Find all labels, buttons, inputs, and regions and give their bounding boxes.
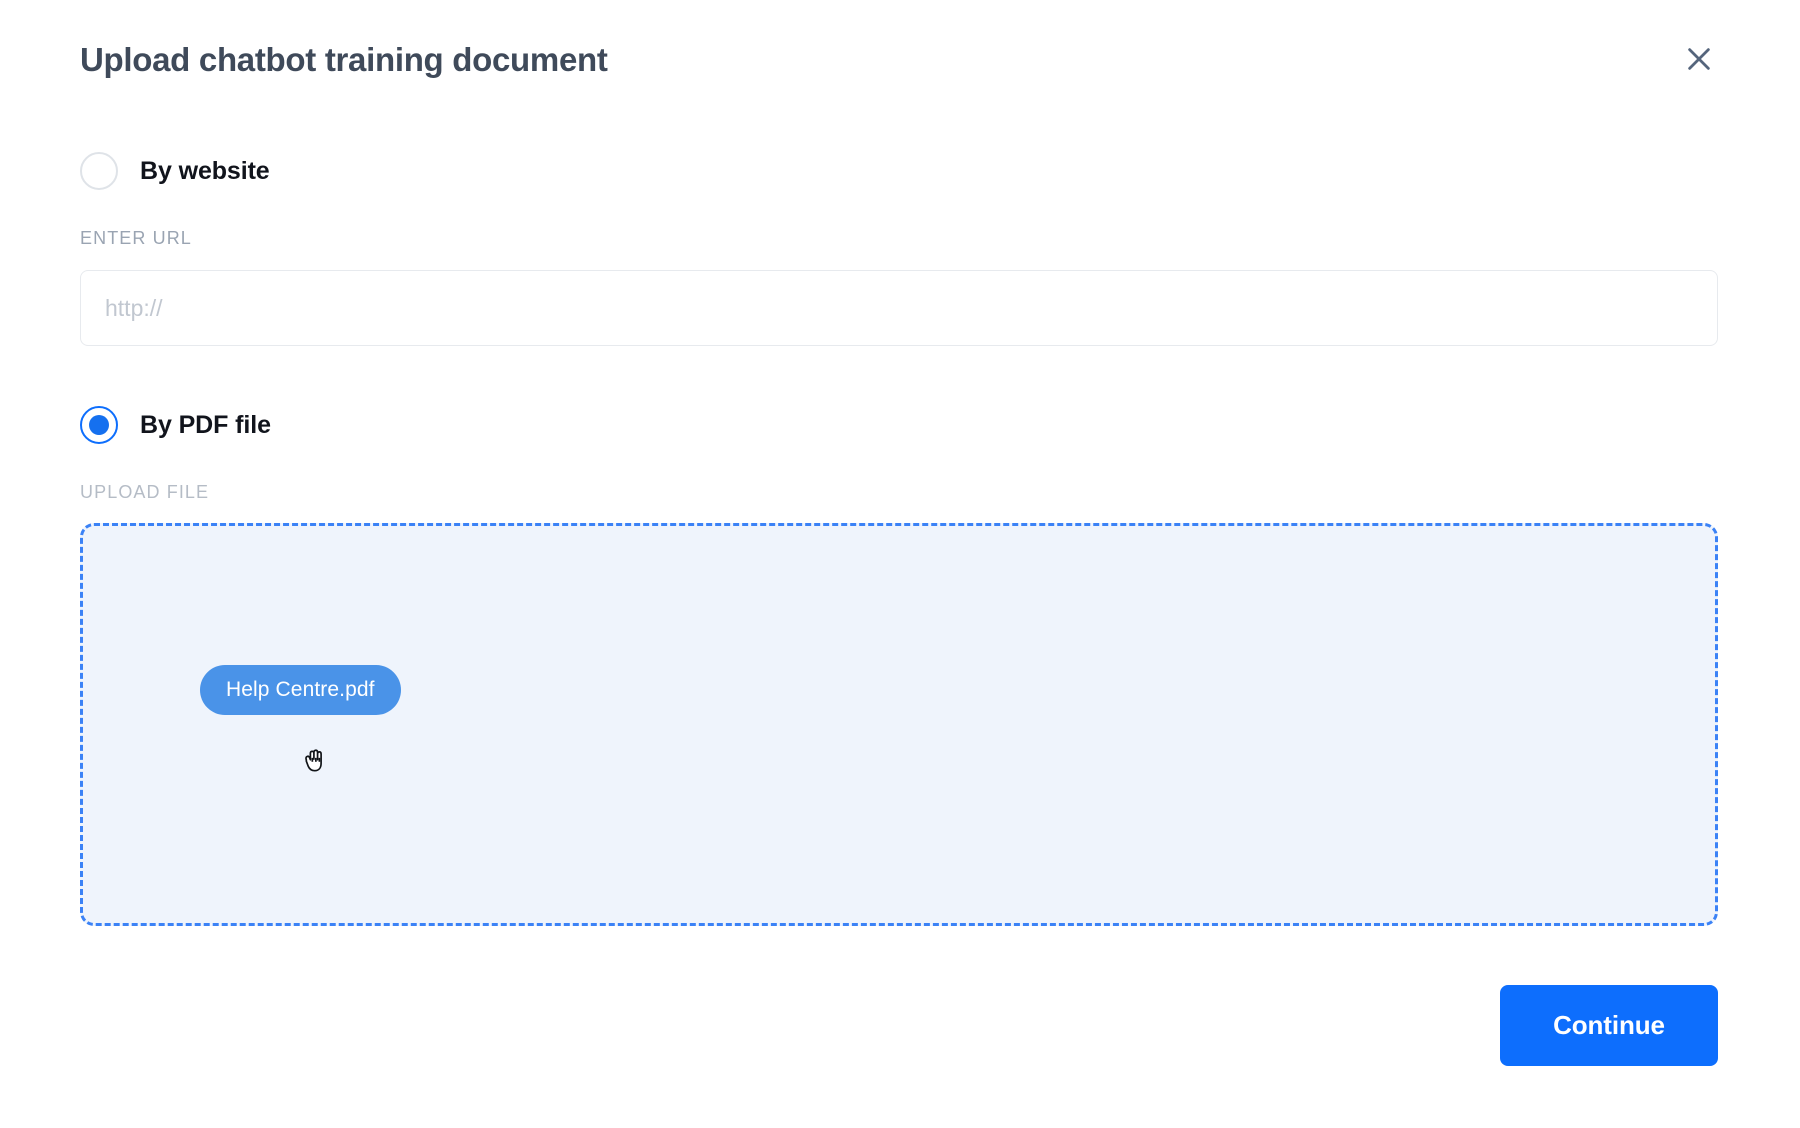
- file-dropzone[interactable]: Drop the file here: [80, 523, 1718, 926]
- page-title: Upload chatbot training document: [80, 40, 608, 80]
- upload-file-label: UPLOAD FILE: [80, 482, 209, 503]
- grabbing-hand-cursor-icon: [300, 744, 340, 788]
- close-icon: [1684, 44, 1714, 74]
- radio-indicator-by-pdf-file[interactable]: [80, 406, 118, 444]
- close-button[interactable]: [1676, 36, 1722, 82]
- radio-indicator-by-website[interactable]: [80, 152, 118, 190]
- radio-label-by-pdf-file: By PDF file: [140, 411, 271, 440]
- enter-url-label: ENTER URL: [80, 228, 192, 249]
- upload-document-modal: Upload chatbot training document By webs…: [0, 0, 1800, 1128]
- radio-option-by-website[interactable]: By website: [80, 152, 270, 190]
- radio-option-by-pdf-file[interactable]: By PDF file: [80, 406, 271, 444]
- url-input[interactable]: [80, 270, 1718, 346]
- dragged-file-pill[interactable]: Help Centre.pdf: [200, 665, 401, 715]
- continue-button[interactable]: Continue: [1500, 985, 1718, 1066]
- modal-header: Upload chatbot training document: [80, 40, 1718, 82]
- radio-label-by-website: By website: [140, 157, 270, 186]
